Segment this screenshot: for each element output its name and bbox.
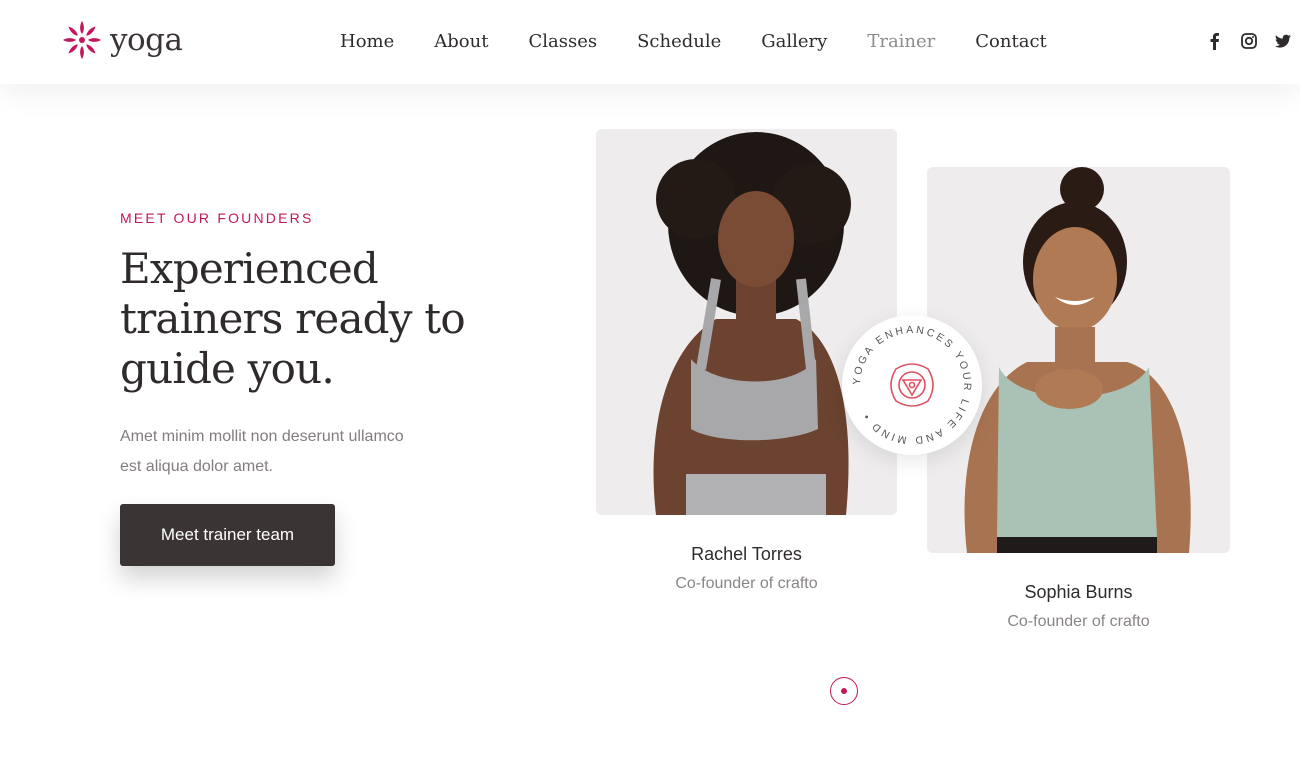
nav-home[interactable]: Home — [340, 30, 394, 54]
nav-contact[interactable]: Contact — [975, 30, 1046, 54]
nav-gallery[interactable]: Gallery — [761, 30, 827, 54]
svg-text:YOGA ENHANCES YOUR LIFE AND MI: YOGA ENHANCES YOUR LIFE AND MIND • — [851, 324, 973, 446]
main-nav: Home About Classes Schedule Gallery Trai… — [340, 30, 1087, 54]
logo[interactable]: yoga — [60, 18, 183, 62]
instagram-icon[interactable] — [1240, 32, 1258, 50]
nav-schedule[interactable]: Schedule — [637, 30, 721, 54]
trainer-role: Co-founder of crafto — [675, 575, 818, 592]
chakra-icon — [890, 363, 934, 407]
badge-graphic: YOGA ENHANCES YOUR LIFE AND MIND • — [851, 324, 973, 446]
meet-trainer-team-button[interactable]: Meet trainer team — [120, 504, 335, 566]
trainer-name: Rachel Torres — [691, 544, 802, 564]
trainer-role: Co-founder of crafto — [1007, 613, 1150, 630]
section-eyebrow: MEET OUR FOUNDERS — [120, 210, 314, 226]
nav-about[interactable]: About — [434, 30, 488, 54]
nav-trainer[interactable]: Trainer — [867, 30, 935, 54]
site-header: yoga Home About Classes Schedule Gallery… — [0, 0, 1300, 84]
twitter-icon[interactable] — [1274, 32, 1292, 50]
nav-classes[interactable]: Classes — [528, 30, 597, 54]
yoga-badge: YOGA ENHANCES YOUR LIFE AND MIND • — [842, 315, 982, 455]
facebook-icon[interactable] — [1206, 32, 1224, 50]
badge-circle-text: YOGA ENHANCES YOUR LIFE AND MIND • — [851, 324, 971, 446]
section-description: Amet minim mollit non deserunt ullamco e… — [120, 428, 404, 475]
lotus-logo-icon — [63, 21, 101, 59]
section-headline: Experienced trainers ready to guide you. — [120, 244, 466, 393]
social-links — [1206, 32, 1292, 50]
slider-pagination-dot[interactable] — [830, 677, 858, 705]
logo-text: yoga — [110, 21, 183, 58]
trainer-name: Sophia Burns — [1024, 582, 1133, 602]
